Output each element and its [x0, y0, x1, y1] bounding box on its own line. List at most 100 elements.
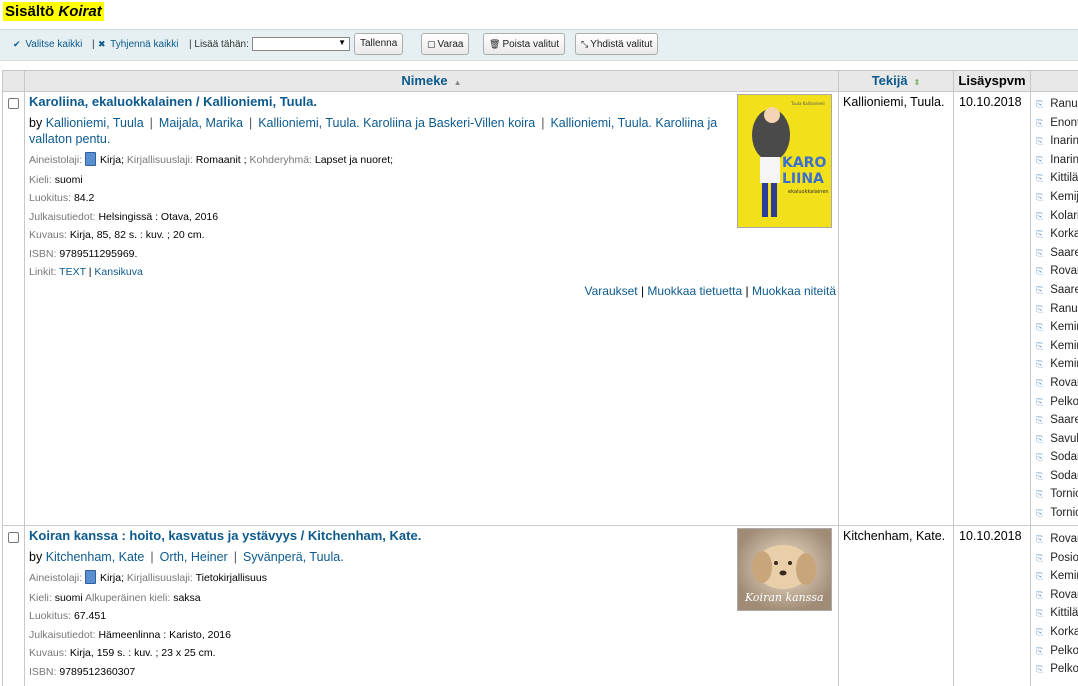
by-label: by: [29, 550, 43, 564]
reserve-button[interactable]: ▢ Varaa: [421, 33, 470, 55]
holding-item[interactable]: ⎘ Rovar: [1036, 530, 1078, 549]
author-separator: |: [541, 116, 545, 130]
author-link[interactable]: Orth, Heiner: [160, 550, 228, 564]
table-row: Karoliina, ekaluokkalainen / Kallioniemi…: [2, 92, 1078, 526]
cell-divider: [953, 92, 954, 525]
record-actions: Varaukset | Muokkaa tietuetta | Muokkaa …: [584, 284, 836, 298]
holding-library-label: Sodar: [1050, 469, 1078, 482]
holdings-column-header: [1030, 70, 1078, 92]
page-title-list-name: Koirat: [58, 3, 102, 20]
holding-item[interactable]: ⎘ Savul: [1036, 430, 1078, 449]
holding-item[interactable]: ⎘ Korka: [1036, 225, 1078, 244]
edit-record-link[interactable]: Muokkaa tietuetta: [647, 284, 742, 298]
holding-item[interactable]: ⎘ Rovar: [1036, 262, 1078, 281]
holding-item[interactable]: ⎘ Pelko: [1036, 393, 1078, 412]
select-all-label: Valitse kaikki: [25, 39, 83, 50]
record-title-link[interactable]: Karoliina, ekaluokkalainen / Kallioniemi…: [29, 94, 317, 109]
edit-items-link[interactable]: Muokkaa niteitä: [752, 284, 836, 298]
isbn-label: ISBN:: [29, 666, 57, 678]
holding-library-label: Kolari: [1050, 209, 1078, 222]
holding-item[interactable]: ⎘ Posio: [1036, 549, 1078, 568]
language-label: Kieli:: [29, 174, 52, 186]
holding-item[interactable]: ⎘ Inarin: [1036, 151, 1078, 170]
holding-library-label: Savul: [1050, 432, 1078, 445]
text-link[interactable]: TEXT: [59, 266, 86, 278]
library-icon: ⎘: [1036, 173, 1044, 184]
holding-item[interactable]: ⎘ Sodar: [1036, 467, 1078, 486]
title-column-header[interactable]: Nimeke ▲: [24, 70, 839, 92]
holding-item[interactable]: ⎘ Saare: [1036, 244, 1078, 263]
library-icon: ⎘: [1036, 534, 1044, 544]
holding-item[interactable]: ⎘ Kemir: [1036, 318, 1078, 337]
material-value: Kirja: [100, 572, 122, 584]
date-added-cell: 10.10.2018: [959, 529, 1022, 543]
cover-author-text: Tuula Kallioniemi: [790, 101, 825, 106]
audience-value: Lapset ja nuoret;: [314, 154, 394, 166]
holding-item[interactable]: ⎘ Kemir: [1036, 355, 1078, 374]
library-icon: ⎘: [1036, 340, 1044, 351]
remove-selected-button[interactable]: 🗑 Poista valitut: [483, 33, 566, 55]
holding-item[interactable]: ⎘ Ranu: [1036, 300, 1078, 319]
holding-library-label: Ranu: [1050, 302, 1078, 315]
material-label: Aineistolaji:: [29, 154, 83, 166]
cover-link[interactable]: Kansikuva: [94, 266, 142, 278]
holding-item[interactable]: ⎘ Saare: [1036, 281, 1078, 300]
author-column-header[interactable]: Tekijä ⇕: [838, 70, 954, 92]
isbn-line: ISBN: 9789512360307: [29, 666, 135, 678]
holding-item[interactable]: ⎘ Rovar: [1036, 586, 1078, 605]
record-checkbox[interactable]: [8, 98, 19, 109]
holding-item[interactable]: ⎘ Kemir: [1036, 337, 1078, 356]
holding-item[interactable]: ⎘ Sodar: [1036, 448, 1078, 467]
select-all-link[interactable]: ✔ Valitse kaikki: [13, 39, 82, 50]
holding-library-label: Tornic: [1050, 488, 1078, 501]
record-title-link[interactable]: Koiran kanssa : hoito, kasvatus ja ystäv…: [29, 528, 421, 543]
holding-item[interactable]: ⎘ Ranu: [1036, 95, 1078, 114]
holding-item[interactable]: ⎘ Rovar: [1036, 374, 1078, 393]
holding-item[interactable]: ⎘ Kemij: [1036, 188, 1078, 207]
holding-library-label: Kittilä: [1050, 607, 1078, 620]
cover-image[interactable]: Tuula Kallioniemi KARO LIINA ekaluokkala…: [737, 94, 832, 228]
author-cell: Kallioniemi, Tuula.: [843, 95, 945, 109]
author-link[interactable]: Syvänperä, Tuula.: [243, 550, 344, 564]
publication-value: Helsingissä : Otava, 2016: [98, 211, 219, 223]
holding-item[interactable]: ⎘ Enont: [1036, 114, 1078, 133]
holding-item[interactable]: ⎘ Tornic: [1036, 485, 1078, 504]
author-link[interactable]: Maijala, Marika: [159, 116, 243, 130]
classification-value: 84.2: [73, 192, 95, 204]
library-icon: ⎘: [1036, 247, 1044, 258]
merge-selected-button[interactable]: ⤡ Yhdistä valitut: [575, 33, 659, 55]
holding-item[interactable]: ⎘ Kemir: [1036, 567, 1078, 586]
holding-item[interactable]: ⎘ Inarin: [1036, 132, 1078, 151]
library-icon: ⎘: [1036, 608, 1044, 619]
author-separator: |: [150, 550, 154, 564]
check-icon: ✔: [13, 39, 21, 49]
library-icon: ⎘: [1036, 136, 1044, 147]
add-to-list-select[interactable]: ▼: [252, 37, 350, 51]
cell-divider: [838, 526, 839, 686]
library-icon: ⎘: [1036, 489, 1044, 500]
cover-image[interactable]: Koiran kanssa: [737, 528, 832, 611]
save-button[interactable]: Tallenna: [354, 33, 404, 55]
author-link[interactable]: Kallioniemi, Tuula. Karoliina ja Baskeri…: [258, 116, 535, 130]
holding-item[interactable]: ⎘ Tornic: [1036, 504, 1078, 523]
holding-item[interactable]: ⎘ Kittilä: [1036, 169, 1078, 188]
remove-selected-label: Poista valitut: [502, 39, 560, 50]
holding-item[interactable]: ⎘ Kolari: [1036, 207, 1078, 226]
x-icon: ✖: [98, 39, 106, 49]
cell-divider: [953, 526, 954, 686]
holding-item[interactable]: ⎘ Saare: [1036, 411, 1078, 430]
holding-item[interactable]: ⎘ Pelko: [1036, 642, 1078, 661]
author-link[interactable]: Kitchenham, Kate: [46, 550, 145, 564]
holds-link[interactable]: Varaukset: [584, 284, 637, 298]
holding-item[interactable]: ⎘ Korka: [1036, 623, 1078, 642]
cover-title-text-2: LIINA: [782, 171, 824, 187]
library-icon: ⎘: [1036, 117, 1044, 128]
author-link[interactable]: Kallioniemi, Tuula: [46, 116, 144, 130]
library-icon: ⎘: [1036, 154, 1044, 165]
holding-library-label: Korka: [1050, 625, 1078, 638]
library-icon: ⎘: [1036, 470, 1044, 481]
clear-all-link[interactable]: ✖ Tyhjennä kaikki: [98, 39, 179, 50]
record-checkbox[interactable]: [8, 532, 19, 543]
date-column-label: Lisäyspvm: [958, 73, 1026, 88]
holding-item[interactable]: ⎘ Kittilä: [1036, 604, 1078, 623]
